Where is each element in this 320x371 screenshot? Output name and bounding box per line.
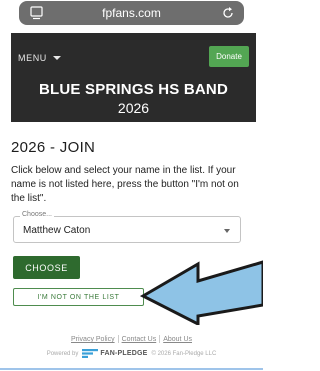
not-on-list-button[interactable]: I'M NOT ON THE LIST <box>13 288 144 306</box>
band-year: 2026 <box>117 100 150 116</box>
band-name: BLUE SPRINGS HS BAND <box>38 81 229 98</box>
menu-button[interactable]: MENU <box>18 53 61 63</box>
fan-pledge-logo[interactable]: FAN-PLEDGE <box>82 349 147 358</box>
instructions-text: Click below and select your name in the … <box>11 165 239 204</box>
site-header: MENU Donate BLUE SPRINGS HS BAND 2026 <box>11 33 256 122</box>
divider <box>117 335 119 343</box>
powered-by: Powered by FAN-PLEDGE © 2026 Fan-Pledge … <box>0 349 263 358</box>
fan-pledge-brand: FAN-PLEDGE <box>100 350 148 357</box>
chevron-down-icon <box>224 229 230 233</box>
copyright-text: © 2026 Fan-Pledge LLC <box>151 350 217 357</box>
divider <box>159 335 161 343</box>
page-title: 2026 - JOIN <box>11 139 96 156</box>
chevron-down-icon <box>52 56 61 60</box>
choose-button[interactable]: CHOOSE <box>13 256 80 279</box>
address-bar[interactable]: fpfans.com <box>19 1 244 25</box>
arrow-annotation <box>140 260 263 325</box>
browser-bar: fpfans.com <box>0 0 263 30</box>
url-text: fpfans.com <box>102 6 161 20</box>
name-select[interactable]: Choose... Matthew Caton <box>13 211 241 243</box>
select-label: Choose... <box>20 211 54 218</box>
footer-links: Privacy Policy Contact Us About Us <box>0 335 263 343</box>
about-us-link[interactable]: About Us <box>163 336 192 343</box>
select-value: Matthew Caton <box>23 225 91 236</box>
menu-label: MENU <box>18 53 47 63</box>
fan-pledge-logo-icon <box>82 349 99 358</box>
powered-by-label: Powered by <box>46 350 79 357</box>
bottom-divider <box>0 368 263 370</box>
reload-icon[interactable] <box>221 6 235 20</box>
contact-us-link[interactable]: Contact Us <box>122 336 157 343</box>
donate-button[interactable]: Donate <box>209 46 249 67</box>
privacy-policy-link[interactable]: Privacy Policy <box>71 336 115 343</box>
